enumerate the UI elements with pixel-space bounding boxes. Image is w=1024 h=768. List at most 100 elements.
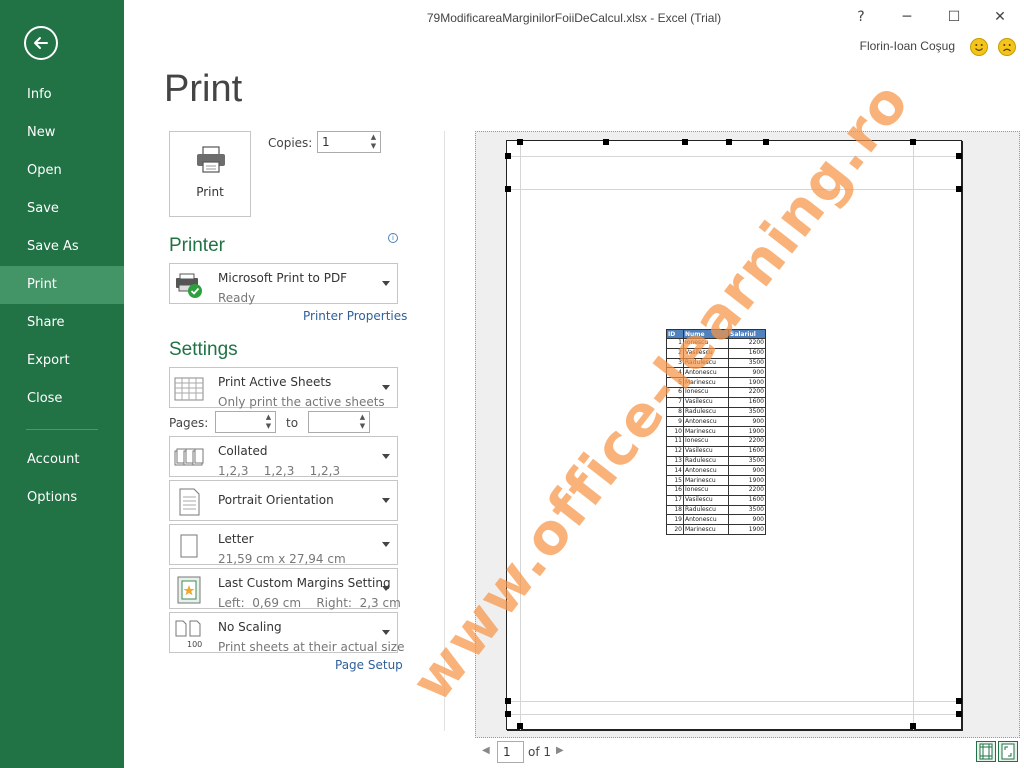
zoom-to-page-button[interactable] [998,741,1018,762]
chevron-down-icon [382,497,390,503]
printer-ready-icon [176,273,202,298]
table-cell: 900 [728,367,766,379]
chevron-down-icon [382,541,390,547]
column-header: ID [666,329,684,339]
table-cell: 1600 [728,347,766,359]
back-button[interactable] [24,26,58,60]
copies-stepper[interactable]: ▲▼ [317,131,381,153]
margin-handle[interactable] [517,723,523,729]
nav-save-as[interactable]: Save As [0,228,124,266]
table-cell: Ionescu [683,484,729,496]
table-cell: Antonescu [683,465,729,477]
nav-new[interactable]: New [0,114,124,152]
page-number-input[interactable] [498,742,523,762]
table-cell: Antonescu [683,514,729,526]
nav-account[interactable]: Account [0,441,124,479]
info-icon[interactable]: i [388,233,398,243]
previous-page-button[interactable]: ◀ [482,745,490,756]
nav-export[interactable]: Export [0,342,124,380]
table-cell: 3500 [728,504,766,516]
table-cell: 5 [666,377,684,388]
margin-line-footer [507,714,962,715]
nav-open[interactable]: Open [0,152,124,190]
table-cell: Marinescu [683,475,729,486]
print-what-title: Print Active Sheets [218,375,332,389]
margin-handle[interactable] [505,698,511,704]
column-handle[interactable] [726,139,732,145]
table-cell: 11 [666,435,684,447]
nav-info[interactable]: Info [0,76,124,114]
nav-save[interactable]: Save [0,190,124,228]
nav-print[interactable]: Print [0,266,124,304]
column-handle[interactable] [763,139,769,145]
margin-line-right[interactable] [913,141,914,730]
margin-handle[interactable] [505,186,511,192]
print-button[interactable]: Print [169,131,251,217]
margin-handle[interactable] [956,186,962,192]
copies-spin-arrows[interactable]: ▲ ▼ [367,132,380,152]
pages-to-spin-arrows[interactable]: ▲ ▼ [356,412,369,432]
table-cell: 1900 [728,426,766,437]
orientation-title: Portrait Orientation [218,493,334,507]
title-bar: 79ModificareaMarginilorFoiiDeCalcul.xlsx… [124,0,1024,36]
table-row: 15 Marinescu 1900 [666,475,766,486]
margin-line-top[interactable] [507,189,962,190]
page-setup-link[interactable]: Page Setup [335,658,403,672]
collate-dropdown[interactable]: Collated 1,2,3 1,2,3 1,2,3 [169,436,398,478]
pages-from-stepper[interactable]: ▲ ▼ [215,411,276,433]
margin-handle[interactable] [956,698,962,704]
margin-handle[interactable] [956,153,962,159]
pages-from-spin-arrows[interactable]: ▲ ▼ [262,412,275,432]
table-cell: 1 [666,338,684,349]
nav-share[interactable]: Share [0,304,124,342]
column-handle[interactable] [603,139,609,145]
printer-properties-link[interactable]: Printer Properties [303,309,407,323]
minimize-button[interactable]: ─ [895,6,919,28]
table-row: 7 Vasilescu 1600 [666,396,766,408]
paper-size-title: Letter [218,532,254,546]
next-page-button[interactable]: ▶ [556,745,564,756]
table-row: 9 Antonescu 900 [666,416,766,428]
nav-options[interactable]: Options [0,479,124,517]
printer-dropdown[interactable]: Microsoft Print to PDF Ready [169,263,398,305]
chevron-down-icon [382,280,390,286]
table-cell: 900 [728,514,766,526]
help-button[interactable]: ? [849,6,873,28]
margin-handle[interactable] [505,153,511,159]
table-cell: 3500 [728,357,766,369]
column-handle[interactable] [682,139,688,145]
margins-dropdown[interactable]: Last Custom Margins Setting Left: 0,69 c… [169,568,401,610]
chevron-down-icon [382,384,390,390]
nav-divider [26,429,98,430]
margins-subtitle: Left: 0,69 cm Right: 2,3 cm [218,596,401,610]
margin-handle[interactable] [910,723,916,729]
printer-name: Microsoft Print to PDF [218,271,348,285]
table-row: 16 Ionescu 2200 [666,484,766,496]
paper-size-dropdown[interactable]: Letter 21,59 cm x 27,94 cm [169,524,398,566]
print-what-dropdown[interactable]: Print Active Sheets Only print the activ… [169,367,398,409]
pages-to-stepper[interactable]: ▲ ▼ [308,411,370,433]
show-margins-button[interactable] [976,741,996,762]
margin-line-bottom[interactable] [507,701,962,702]
close-button[interactable]: ✕ [988,6,1012,28]
margin-line-left[interactable] [520,141,521,730]
smile-icon[interactable] [970,38,988,56]
frown-icon[interactable] [998,38,1016,56]
scaling-dropdown[interactable]: 100 No Scaling Print sheets at their act… [169,612,405,654]
margin-handle[interactable] [956,711,962,717]
table-cell: Marinescu [683,524,729,535]
margin-handle[interactable] [505,711,511,717]
table-cell: Radulescu [683,504,729,516]
no-scaling-icon: 100 [175,620,202,649]
custom-margins-icon [177,576,201,604]
page-number-field[interactable] [497,741,524,763]
orientation-dropdown[interactable]: Portrait Orientation [169,480,398,521]
nav-close[interactable]: Close [0,380,124,418]
table-cell: 1600 [728,445,766,457]
margin-handle[interactable] [910,139,916,145]
user-name[interactable]: Florin-Ioan Coşug [860,39,955,53]
chevron-down-icon [382,629,390,635]
maximize-button[interactable]: ☐ [942,6,966,28]
margin-handle[interactable] [517,139,523,145]
scaling-icon-text: 100 [187,640,202,649]
